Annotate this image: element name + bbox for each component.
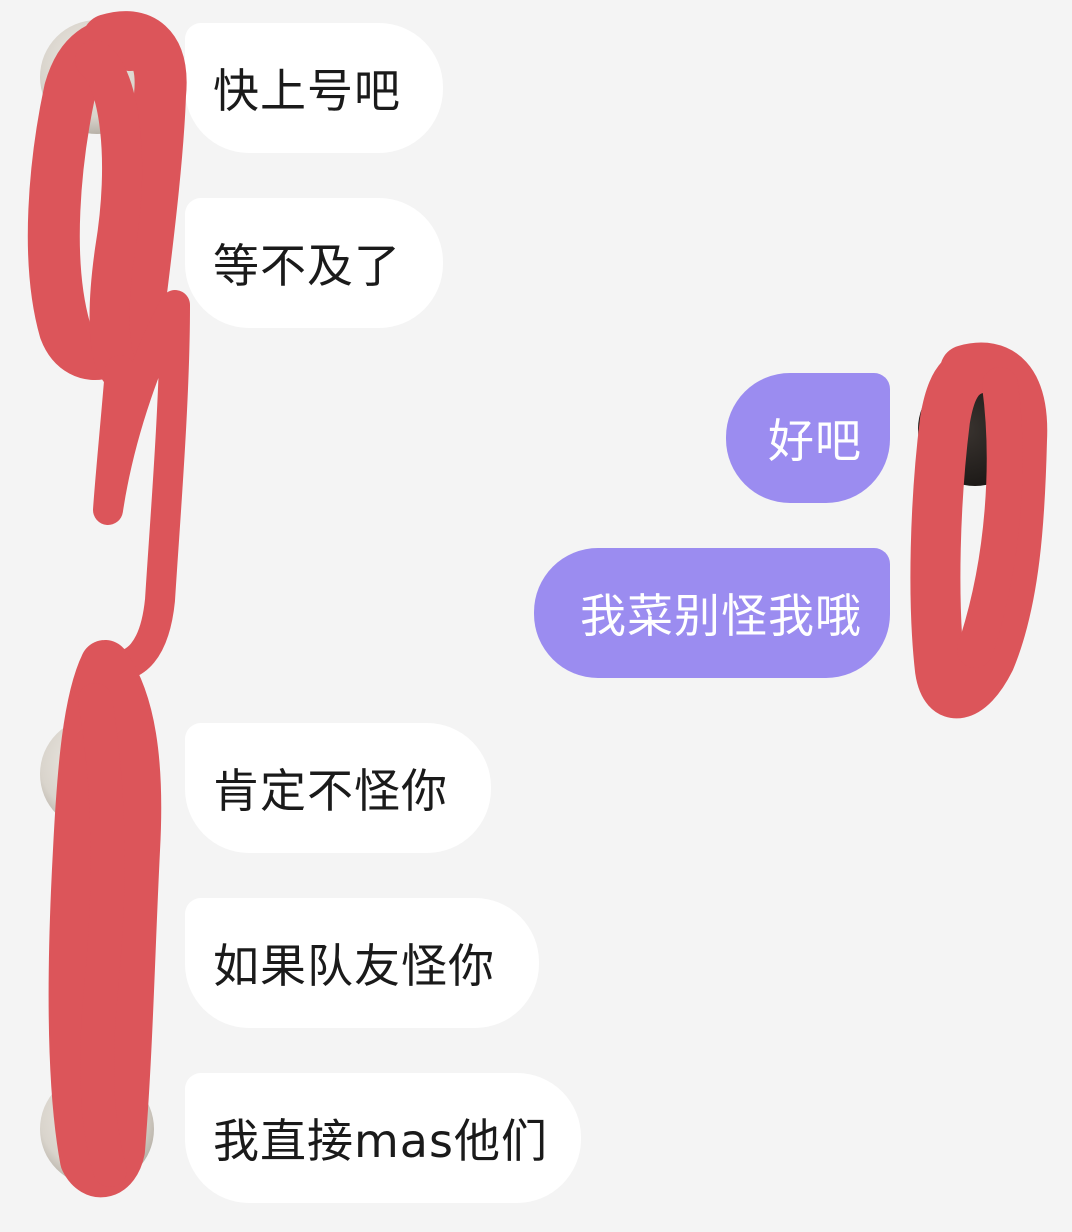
message-text: 我直接mas他们: [213, 1114, 548, 1168]
contact-avatar[interactable]: [40, 1072, 154, 1186]
message-text: 等不及了: [213, 239, 401, 293]
message-bubble-incoming[interactable]: 如果队友怪你: [185, 898, 539, 1028]
own-avatar[interactable]: [918, 372, 1032, 486]
message-text: 如果队友怪你: [213, 939, 495, 993]
chat-thread: 快上号吧 等不及了 好吧 我菜别怪我哦 肯定不怪你 如果队友怪你 我直接mas他…: [0, 0, 1072, 1232]
message-text: 好吧: [768, 414, 862, 468]
message-bubble-outgoing[interactable]: 好吧: [726, 373, 890, 503]
message-bubble-incoming[interactable]: 肯定不怪你: [185, 723, 491, 853]
message-bubble-incoming[interactable]: 快上号吧: [185, 23, 443, 153]
contact-avatar[interactable]: [40, 717, 154, 831]
message-text: 肯定不怪你: [213, 764, 448, 818]
message-text: 我菜别怪我哦: [580, 589, 862, 643]
contact-avatar[interactable]: [40, 20, 154, 134]
message-bubble-outgoing[interactable]: 我菜别怪我哦: [534, 548, 890, 678]
message-bubble-incoming[interactable]: 等不及了: [185, 198, 443, 328]
message-bubble-incoming[interactable]: 我直接mas他们: [185, 1073, 581, 1203]
message-text: 快上号吧: [213, 64, 401, 118]
